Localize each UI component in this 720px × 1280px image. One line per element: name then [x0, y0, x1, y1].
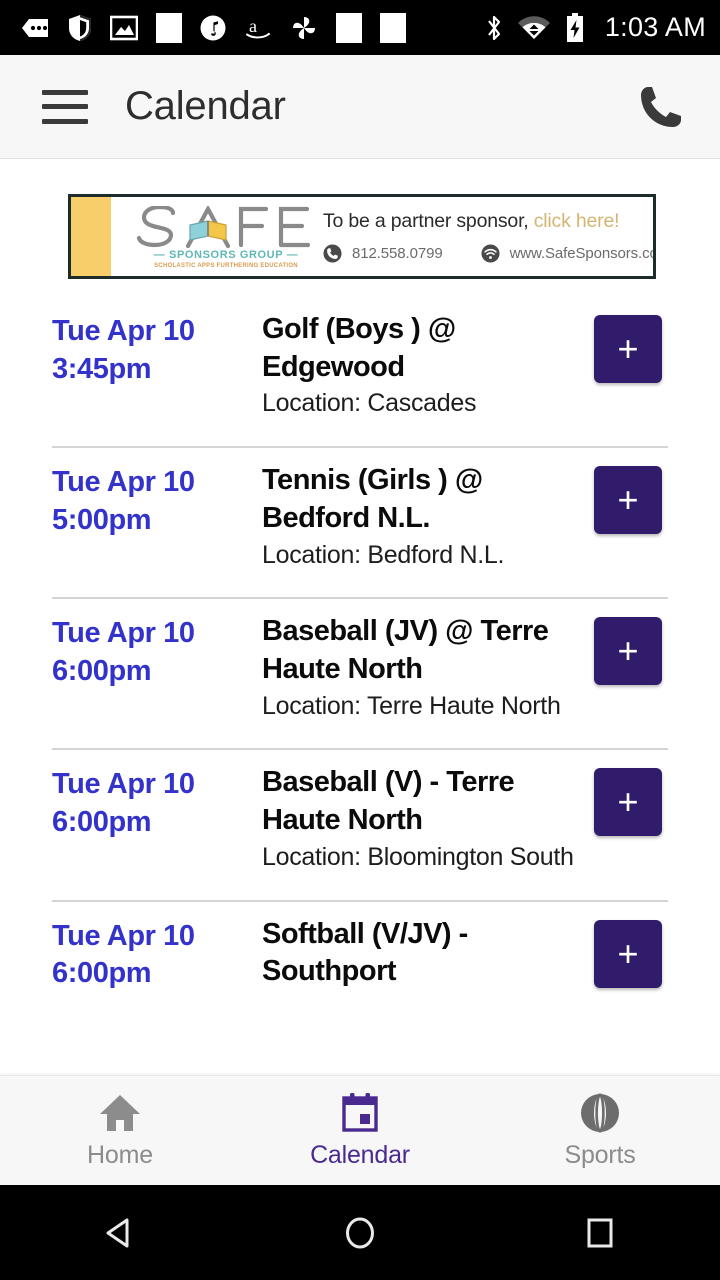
nav-tab-calendar[interactable]: Calendar: [240, 1091, 480, 1170]
plus-icon: +: [617, 328, 639, 369]
baseball-icon: [579, 1091, 621, 1135]
page-title: Calendar: [125, 84, 286, 128]
event-date: Tue Apr 10: [52, 315, 195, 347]
event-location: Location: Terre Haute North: [262, 691, 561, 720]
phone-circle-icon: [323, 244, 342, 263]
photos-icon: [110, 15, 138, 40]
back-triangle-icon[interactable]: [0, 1213, 240, 1253]
event-date: Tue Apr 10: [52, 617, 195, 650]
scroll-content[interactable]: — SPONSORS GROUP — SCHOLASTIC APPS FURTH…: [0, 160, 720, 1077]
table-row[interactable]: Tue Apr 10 6:00pm Softball (V/JV) - Sout…: [52, 902, 668, 993]
event-date: Tue Apr 10: [52, 919, 195, 952]
event-time: 3:45pm: [52, 352, 152, 385]
home-circle-icon[interactable]: [240, 1213, 480, 1253]
status-icons-right: 1:03 AM: [485, 12, 706, 43]
event-time: 6:00pm: [52, 654, 152, 687]
nav-tab-home[interactable]: Home: [0, 1091, 240, 1170]
add-event-button[interactable]: +: [594, 466, 662, 535]
event-title: Baseball (JV) @ Terre Haute North: [262, 615, 549, 685]
event-time: 6:00pm: [52, 806, 152, 839]
messages-icon: [22, 18, 48, 37]
nav-tab-sports[interactable]: Sports: [480, 1091, 720, 1170]
pinwheel-icon: [293, 16, 315, 39]
table-row[interactable]: Tue Apr 10 6:00pm Baseball (V) - Terre H…: [52, 750, 668, 873]
calendar-icon: [340, 1091, 380, 1135]
safe-logo-subtagline: SCHOLASTIC APPS FURTHERING EDUCATION: [154, 263, 298, 269]
banner-stripe-left: [71, 197, 111, 276]
app-root: a 1:03 AM Calendar — SPONSORS GROUP — SC…: [0, 0, 720, 1280]
banner-cta-link[interactable]: click here!: [534, 210, 620, 232]
banner-ad-container: — SPONSORS GROUP — SCHOLASTIC APPS FURTH…: [0, 160, 720, 279]
event-title: Tennis (Girls ) @ Bedford N.L.: [262, 464, 483, 534]
shield-icon: [69, 14, 91, 41]
add-event-button[interactable]: +: [594, 919, 662, 988]
banner-content: — SPONSORS GROUP — SCHOLASTIC APPS FURTH…: [111, 197, 653, 276]
event-details: Softball (V/JV) - Southport: [262, 916, 594, 991]
event-location: Location: Cascades: [262, 389, 477, 418]
safe-logo-tagline: — SPONSORS GROUP —: [153, 249, 299, 261]
music-icon: [200, 15, 226, 40]
add-event-button[interactable]: +: [594, 315, 662, 383]
add-event-button[interactable]: +: [594, 617, 662, 686]
event-title: Golf (Boys ) @ Edgewood: [262, 313, 456, 383]
banner-headline: To be a partner sponsor,: [323, 210, 529, 232]
nav-label-calendar: Calendar: [310, 1141, 410, 1169]
table-row[interactable]: Tue Apr 10 5:00pm Tennis (Girls ) @ Bedf…: [52, 448, 668, 571]
plus-icon: +: [617, 479, 639, 521]
safe-sponsors-logo: — SPONSORS GROUP — SCHOLASTIC APPS FURTH…: [111, 204, 319, 269]
event-time: 6:00pm: [52, 957, 152, 990]
android-navigation-bar: [0, 1185, 720, 1280]
event-location: Location: Bloomington South: [262, 842, 574, 871]
table-row[interactable]: Tue Apr 10 6:00pm Baseball (JV) @ Terre …: [52, 599, 668, 722]
nav-label-sports: Sports: [564, 1141, 636, 1169]
event-date: Tue Apr 10: [52, 768, 195, 801]
home-icon: [98, 1091, 142, 1135]
event-datetime: Tue Apr 10 6:00pm: [52, 916, 262, 993]
blank-app-icon-2: [336, 12, 362, 43]
status-bar-clock: 1:03 AM: [604, 12, 706, 42]
banner-phone[interactable]: 812.558.0799: [352, 245, 443, 262]
plus-icon: +: [617, 781, 639, 823]
blank-app-icon: [156, 12, 182, 43]
battery-charging-icon: [566, 12, 583, 42]
sponsor-banner-ad[interactable]: — SPONSORS GROUP — SCHOLASTIC APPS FURTH…: [68, 194, 656, 279]
event-details: Tennis (Girls ) @ Bedford N.L. Location:…: [262, 462, 594, 571]
nav-label-home: Home: [87, 1141, 153, 1169]
event-details: Golf (Boys ) @ Edgewood Location: Cascad…: [262, 311, 594, 420]
banner-text-block: To be a partner sponsor, click here! 812…: [319, 210, 653, 263]
blank-app-icon-3: [380, 12, 406, 43]
status-icons-left: a: [20, 12, 485, 43]
event-location: Location: Bedford N.L.: [262, 540, 505, 569]
plus-icon: +: [617, 932, 639, 974]
event-datetime: Tue Apr 10 6:00pm: [52, 764, 262, 841]
event-title: Baseball (V) - Terre Haute North: [262, 766, 515, 837]
banner-headline-row: To be a partner sponsor, click here!: [323, 210, 653, 233]
event-details: Baseball (V) - Terre Haute North Locatio…: [262, 764, 594, 873]
wifi-circle-icon: [481, 244, 500, 263]
wifi-icon: [517, 15, 550, 39]
app-bar: Calendar: [0, 55, 720, 159]
svg-text:a: a: [249, 16, 257, 36]
banner-website[interactable]: www.SafeSponsors.com: [510, 245, 653, 262]
safe-logo-wordmark: [133, 206, 319, 248]
plus-icon: +: [617, 630, 639, 672]
amazon-icon: a: [246, 16, 270, 38]
hamburger-menu-icon[interactable]: [42, 89, 88, 124]
calendar-event-list: Tue Apr 10 3:45pm Golf (Boys ) @ Edgewoo…: [0, 297, 720, 993]
event-datetime: Tue Apr 10 6:00pm: [52, 613, 262, 690]
event-datetime: Tue Apr 10 3:45pm: [52, 311, 262, 388]
event-time: 5:00pm: [52, 503, 152, 536]
banner-contact-row: 812.558.0799 www.SafeSponsors.com: [323, 244, 653, 263]
event-date: Tue Apr 10: [52, 466, 195, 499]
phone-icon[interactable]: [634, 80, 688, 134]
recents-square-icon[interactable]: [480, 1213, 720, 1253]
event-details: Baseball (JV) @ Terre Haute North Locati…: [262, 613, 594, 722]
android-status-bar: a 1:03 AM: [0, 0, 720, 55]
bottom-navigation: Home Calendar Sports: [0, 1075, 720, 1185]
table-row[interactable]: Tue Apr 10 3:45pm Golf (Boys ) @ Edgewoo…: [52, 297, 668, 420]
event-datetime: Tue Apr 10 5:00pm: [52, 462, 262, 539]
bluetooth-icon: [487, 15, 500, 40]
event-title: Softball (V/JV) - Southport: [262, 917, 468, 988]
add-event-button[interactable]: +: [594, 768, 662, 837]
